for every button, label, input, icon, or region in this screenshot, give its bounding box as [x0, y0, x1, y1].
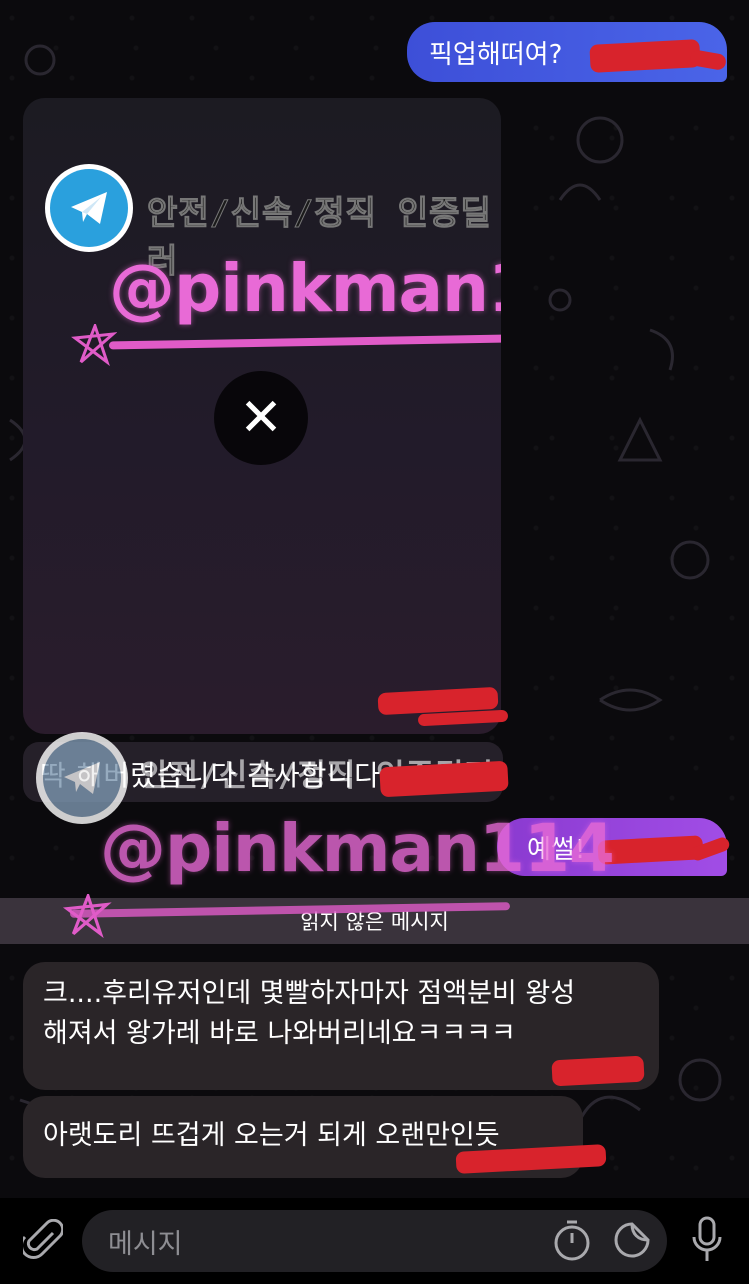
paperclip-icon: [23, 1219, 63, 1259]
close-icon: ✕: [239, 388, 283, 448]
handle-underline: [108, 334, 501, 350]
attach-button[interactable]: [16, 1214, 70, 1268]
telegram-icon: [45, 164, 133, 252]
message-text-line: 해져서 왕가레 바로 나와버리네요ㅋㅋㅋㅋ: [43, 1018, 516, 1049]
sticker-icon: [614, 1222, 650, 1258]
dealer-handle-overlay: @pinkman114: [100, 810, 615, 887]
star-doodle-icon: [71, 324, 117, 366]
microphone-icon: [692, 1216, 722, 1261]
sticker-button[interactable]: [608, 1214, 656, 1266]
dealer-handle: @pinkman114: [109, 250, 501, 327]
close-media-button[interactable]: ✕: [214, 371, 308, 465]
timer-icon: [554, 1220, 590, 1261]
self-destruct-timer-button[interactable]: [548, 1214, 596, 1266]
message-text: 픽업해떠여?: [429, 39, 563, 70]
redaction-mark: [551, 1055, 645, 1087]
star-doodle-icon: [62, 894, 112, 938]
message-text-line: 크....후리유저인데 몇빨하자마자 점액분비 왕성: [43, 978, 576, 1009]
redaction-mark: [589, 39, 701, 73]
voice-message-button[interactable]: [684, 1212, 730, 1268]
message-placeholder: 메시지: [108, 1229, 183, 1260]
